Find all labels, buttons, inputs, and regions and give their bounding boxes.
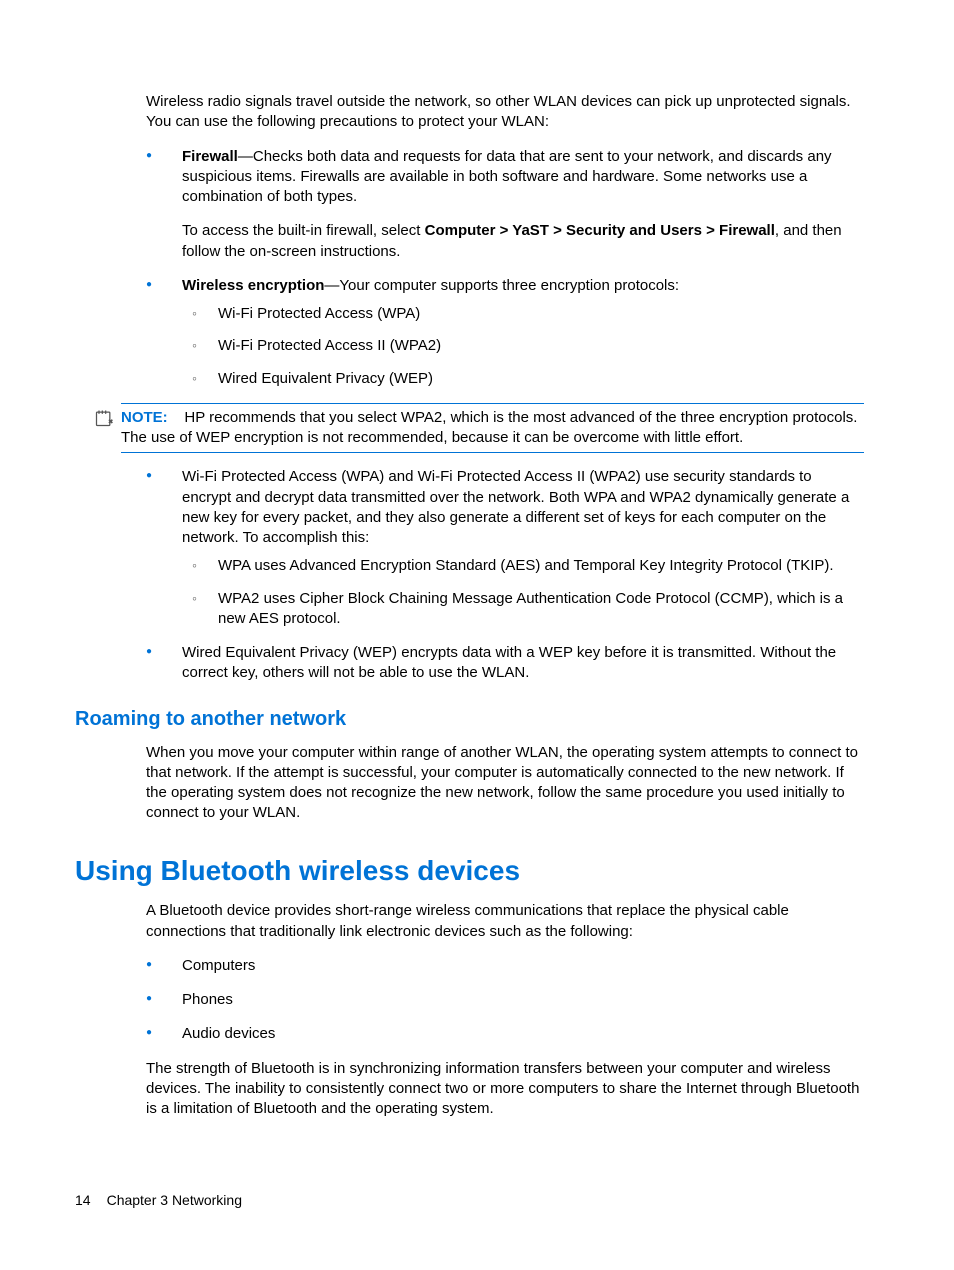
encryption-item: Wireless encryption—Your computer suppor… bbox=[146, 276, 864, 389]
firewall-access-path: Computer > YaST > Security and Users > F… bbox=[425, 222, 775, 239]
firewall-access-pre: To access the built-in firewall, select bbox=[182, 222, 425, 239]
bt-phones: Phones bbox=[146, 990, 864, 1010]
page-number: 14 bbox=[75, 1192, 91, 1208]
note-label: NOTE: bbox=[121, 409, 168, 426]
wep-details-item: Wired Equivalent Privacy (WEP) encrypts … bbox=[146, 643, 864, 684]
wpa-details-item: Wi-Fi Protected Access (WPA) and Wi-Fi P… bbox=[146, 467, 864, 629]
encryption-desc: —Your computer supports three encryption… bbox=[324, 277, 679, 294]
note-text: HP recommends that you select WPA2, whic… bbox=[121, 409, 857, 446]
intro-paragraph: Wireless radio signals travel outside th… bbox=[146, 92, 864, 133]
encryption-details-list: Wi-Fi Protected Access (WPA) and Wi-Fi P… bbox=[146, 467, 864, 683]
bt-computers: Computers bbox=[146, 956, 864, 976]
roaming-text: When you move your computer within range… bbox=[146, 743, 864, 824]
bluetooth-heading: Using Bluetooth wireless devices bbox=[75, 852, 864, 890]
firewall-desc: —Checks both data and requests for data … bbox=[182, 148, 832, 206]
firewall-access: To access the built-in firewall, select … bbox=[182, 221, 864, 262]
wpa2-ccmp: WPA2 uses Cipher Block Chaining Message … bbox=[182, 589, 864, 630]
chapter-label: Chapter 3 Networking bbox=[107, 1192, 242, 1208]
page-footer: 14 Chapter 3 Networking bbox=[75, 1191, 242, 1210]
wpa-subs: WPA uses Advanced Encryption Standard (A… bbox=[182, 556, 864, 629]
protocol-wpa2: Wi-Fi Protected Access II (WPA2) bbox=[182, 336, 864, 356]
wpa-details-desc: Wi-Fi Protected Access (WPA) and Wi-Fi P… bbox=[182, 468, 849, 546]
note-box: NOTE: HP recommends that you select WPA2… bbox=[121, 403, 864, 454]
protocol-wep: Wired Equivalent Privacy (WEP) bbox=[182, 369, 864, 389]
roaming-heading: Roaming to another network bbox=[75, 706, 864, 733]
encryption-protocols: Wi-Fi Protected Access (WPA) Wi-Fi Prote… bbox=[182, 304, 864, 389]
document-page: Wireless radio signals travel outside th… bbox=[0, 0, 954, 1270]
encryption-label: Wireless encryption bbox=[182, 277, 324, 294]
firewall-item: Firewall—Checks both data and requests f… bbox=[146, 147, 864, 262]
bluetooth-intro: A Bluetooth device provides short-range … bbox=[146, 901, 864, 942]
bt-audio: Audio devices bbox=[146, 1024, 864, 1044]
protocol-wpa: Wi-Fi Protected Access (WPA) bbox=[182, 304, 864, 324]
precautions-list: Firewall—Checks both data and requests f… bbox=[146, 147, 864, 389]
note-icon bbox=[93, 408, 115, 428]
firewall-label: Firewall bbox=[182, 148, 238, 165]
bluetooth-list: Computers Phones Audio devices bbox=[146, 956, 864, 1045]
bluetooth-outro: The strength of Bluetooth is in synchron… bbox=[146, 1059, 864, 1120]
wpa-aes-tkip: WPA uses Advanced Encryption Standard (A… bbox=[182, 556, 864, 576]
